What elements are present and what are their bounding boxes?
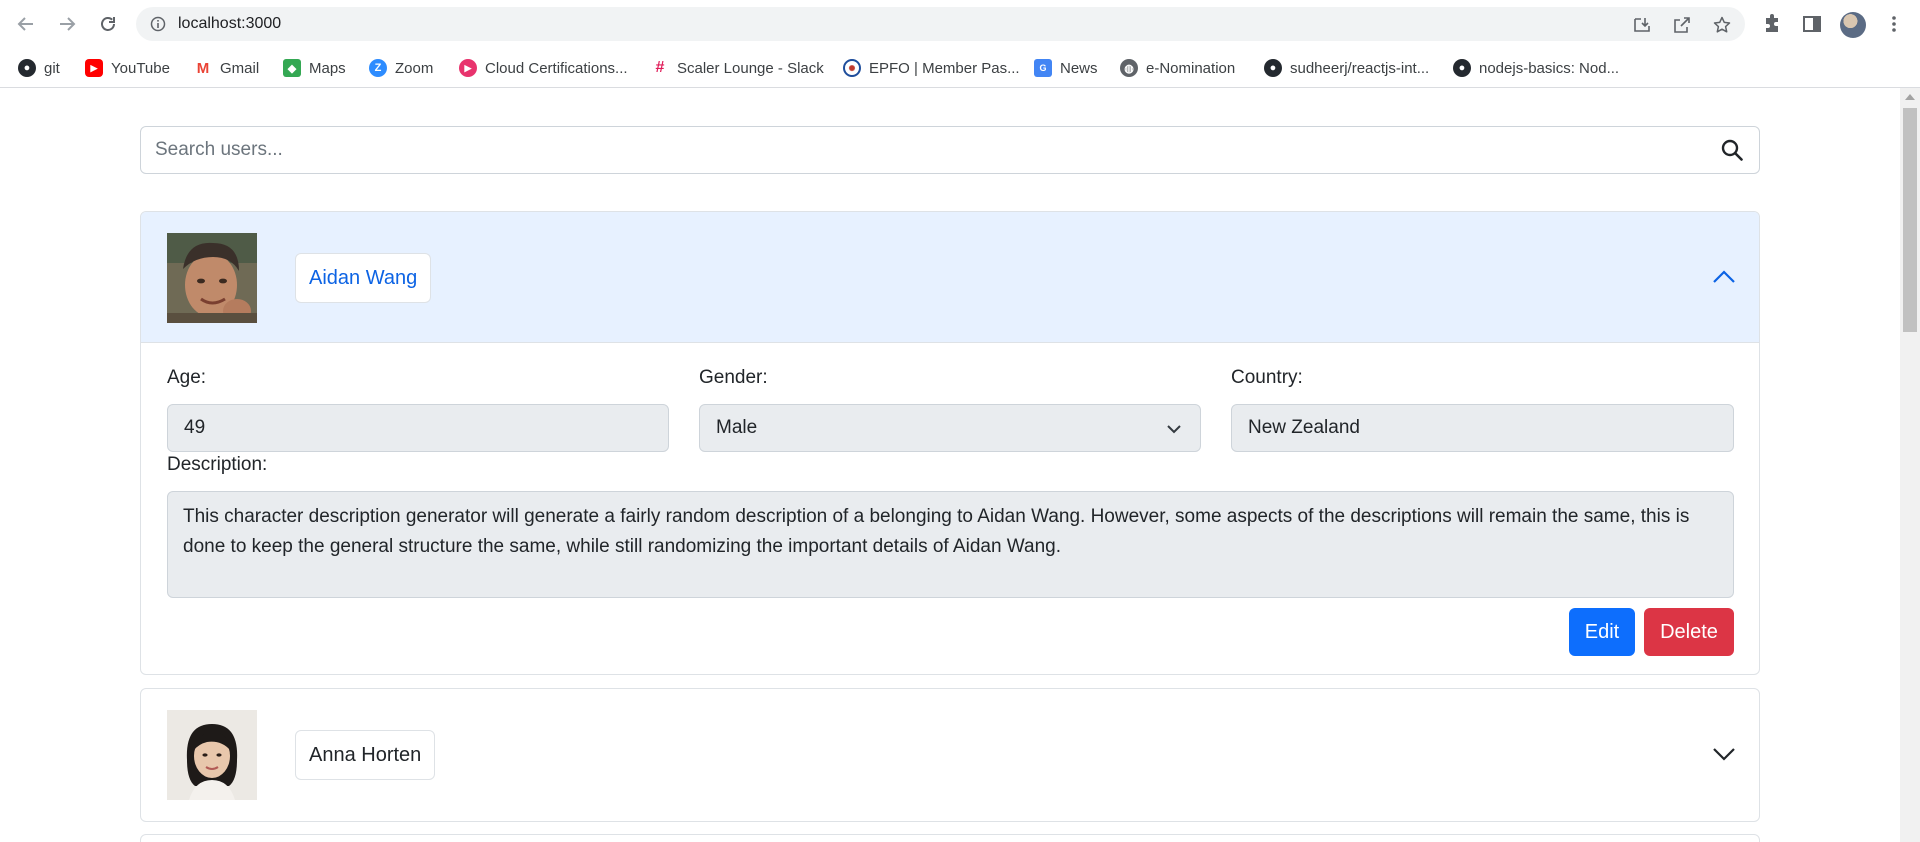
- install-app-icon[interactable]: [1632, 15, 1652, 35]
- chevron-up-icon[interactable]: [1711, 264, 1737, 290]
- slack-icon: #: [651, 59, 669, 77]
- country-label: Country:: [1231, 367, 1303, 388]
- bookmark-label: News: [1060, 59, 1098, 77]
- reload-button[interactable]: [96, 12, 120, 36]
- bookmark-label: nodejs-basics: Nod...: [1479, 59, 1620, 77]
- gender-value: Male: [716, 417, 758, 438]
- user-name-chip[interactable]: Aidan Wang: [295, 253, 432, 303]
- scroll-up-arrow-icon[interactable]: [1905, 94, 1915, 100]
- side-panel-icon[interactable]: [1800, 12, 1824, 36]
- forward-button[interactable]: [55, 12, 79, 36]
- bookmark-item[interactable]: ● git: [18, 54, 60, 82]
- address-bar[interactable]: localhost:3000: [136, 7, 1745, 41]
- bookmark-label: Gmail: [220, 59, 260, 77]
- user-card: Aidan Wang Age: 49 Gender: Male Country:…: [140, 211, 1760, 675]
- bookmark-star-icon[interactable]: [1712, 15, 1732, 35]
- bookmark-label: e-Nomination: [1146, 59, 1236, 77]
- maps-icon: ◆: [283, 59, 301, 77]
- bookmark-item[interactable]: ▶ Cloud Certifications...: [459, 54, 628, 82]
- bookmark-item[interactable]: ◍ e-Nomination: [1120, 54, 1235, 82]
- news-icon: G: [1034, 59, 1052, 77]
- share-icon[interactable]: [1672, 15, 1692, 35]
- site-info-icon[interactable]: [150, 16, 166, 37]
- reload-icon: [101, 17, 115, 31]
- youtube-icon: ▶: [85, 59, 103, 77]
- user-card-header[interactable]: Anna Horten: [141, 689, 1759, 820]
- bookmark-label: Maps: [309, 59, 346, 77]
- bookmark-item[interactable]: ✺ EPFO | Member Pas...: [843, 54, 1020, 82]
- bookmark-label: Cloud Certifications...: [485, 59, 628, 77]
- bookmark-item[interactable]: # Scaler Lounge - Slack: [651, 54, 824, 82]
- gender-label: Gender:: [699, 367, 768, 388]
- user-card-body: Age: 49 Gender: Male Country: New Zealan…: [141, 343, 1759, 674]
- user-card-header[interactable]: Aidan Wang: [141, 212, 1759, 343]
- search-bar: [140, 126, 1760, 174]
- page-scrollbar[interactable]: [1900, 88, 1920, 842]
- zoom-icon: Z: [369, 59, 387, 77]
- epfo-icon: ✺: [843, 59, 861, 77]
- scrollbar-thumb[interactable]: [1903, 108, 1917, 332]
- bookmark-item[interactable]: ▶ YouTube: [85, 54, 170, 82]
- age-field[interactable]: 49: [167, 404, 669, 452]
- bookmark-label: YouTube: [111, 59, 170, 77]
- gender-select[interactable]: Male: [699, 404, 1201, 452]
- bookmark-item[interactable]: M Gmail: [194, 54, 259, 82]
- user-name-chip[interactable]: Anna Horten: [295, 730, 436, 780]
- chevron-down-icon[interactable]: [1711, 741, 1737, 767]
- url-text: localhost:3000: [178, 15, 282, 32]
- bookmark-item[interactable]: ● nodejs-basics: Nod...: [1453, 54, 1619, 82]
- menu-kebab-icon[interactable]: [1882, 12, 1906, 36]
- bookmark-label: Scaler Lounge - Slack: [677, 59, 824, 77]
- back-button[interactable]: [14, 12, 38, 36]
- forward-arrow-icon: [60, 17, 76, 31]
- bookmark-label: Zoom: [395, 59, 434, 77]
- edit-button[interactable]: Edit: [1569, 608, 1635, 656]
- user-card: Anna Horten: [140, 688, 1760, 822]
- country-field[interactable]: New Zealand: [1231, 404, 1734, 452]
- user-photo: [167, 233, 257, 323]
- bookmark-item[interactable]: Z Zoom: [369, 54, 433, 82]
- gmail-icon: M: [194, 59, 212, 77]
- back-arrow-icon: [17, 17, 33, 31]
- github-icon: ●: [1453, 59, 1471, 77]
- bookmark-label: sudheerj/reactjs-int...: [1290, 59, 1430, 77]
- play-icon: ▶: [459, 59, 477, 77]
- search-icon[interactable]: [1721, 139, 1743, 161]
- user-card: [140, 834, 1760, 842]
- description-label: Description:: [167, 454, 268, 475]
- chevron-down-icon: [1167, 425, 1181, 434]
- browser-toolbar: localhost:3000: [0, 0, 1920, 48]
- bookmark-label: EPFO | Member Pas...: [869, 59, 1020, 77]
- description-field[interactable]: This character description generator wil…: [167, 491, 1734, 598]
- extensions-icon[interactable]: [1760, 12, 1784, 36]
- profile-avatar[interactable]: [1840, 12, 1866, 38]
- github-icon: ●: [1264, 59, 1282, 77]
- user-photo: [167, 710, 257, 800]
- bookmark-label: git: [44, 59, 60, 77]
- bookmark-item[interactable]: G News: [1034, 54, 1098, 82]
- globe-icon: ◍: [1120, 59, 1138, 77]
- age-label: Age:: [167, 367, 207, 388]
- github-icon: ●: [18, 59, 36, 77]
- bookmarks-bar: ● git ▶ YouTube M Gmail ◆ Maps Z Zoom ▶ …: [0, 48, 1920, 88]
- delete-button[interactable]: Delete: [1644, 608, 1734, 656]
- bookmark-item[interactable]: ● sudheerj/reactjs-int...: [1264, 54, 1429, 82]
- bookmark-item[interactable]: ◆ Maps: [283, 54, 346, 82]
- search-input[interactable]: [155, 127, 1695, 173]
- page-content: Aidan Wang Age: 49 Gender: Male Country:…: [0, 88, 1900, 842]
